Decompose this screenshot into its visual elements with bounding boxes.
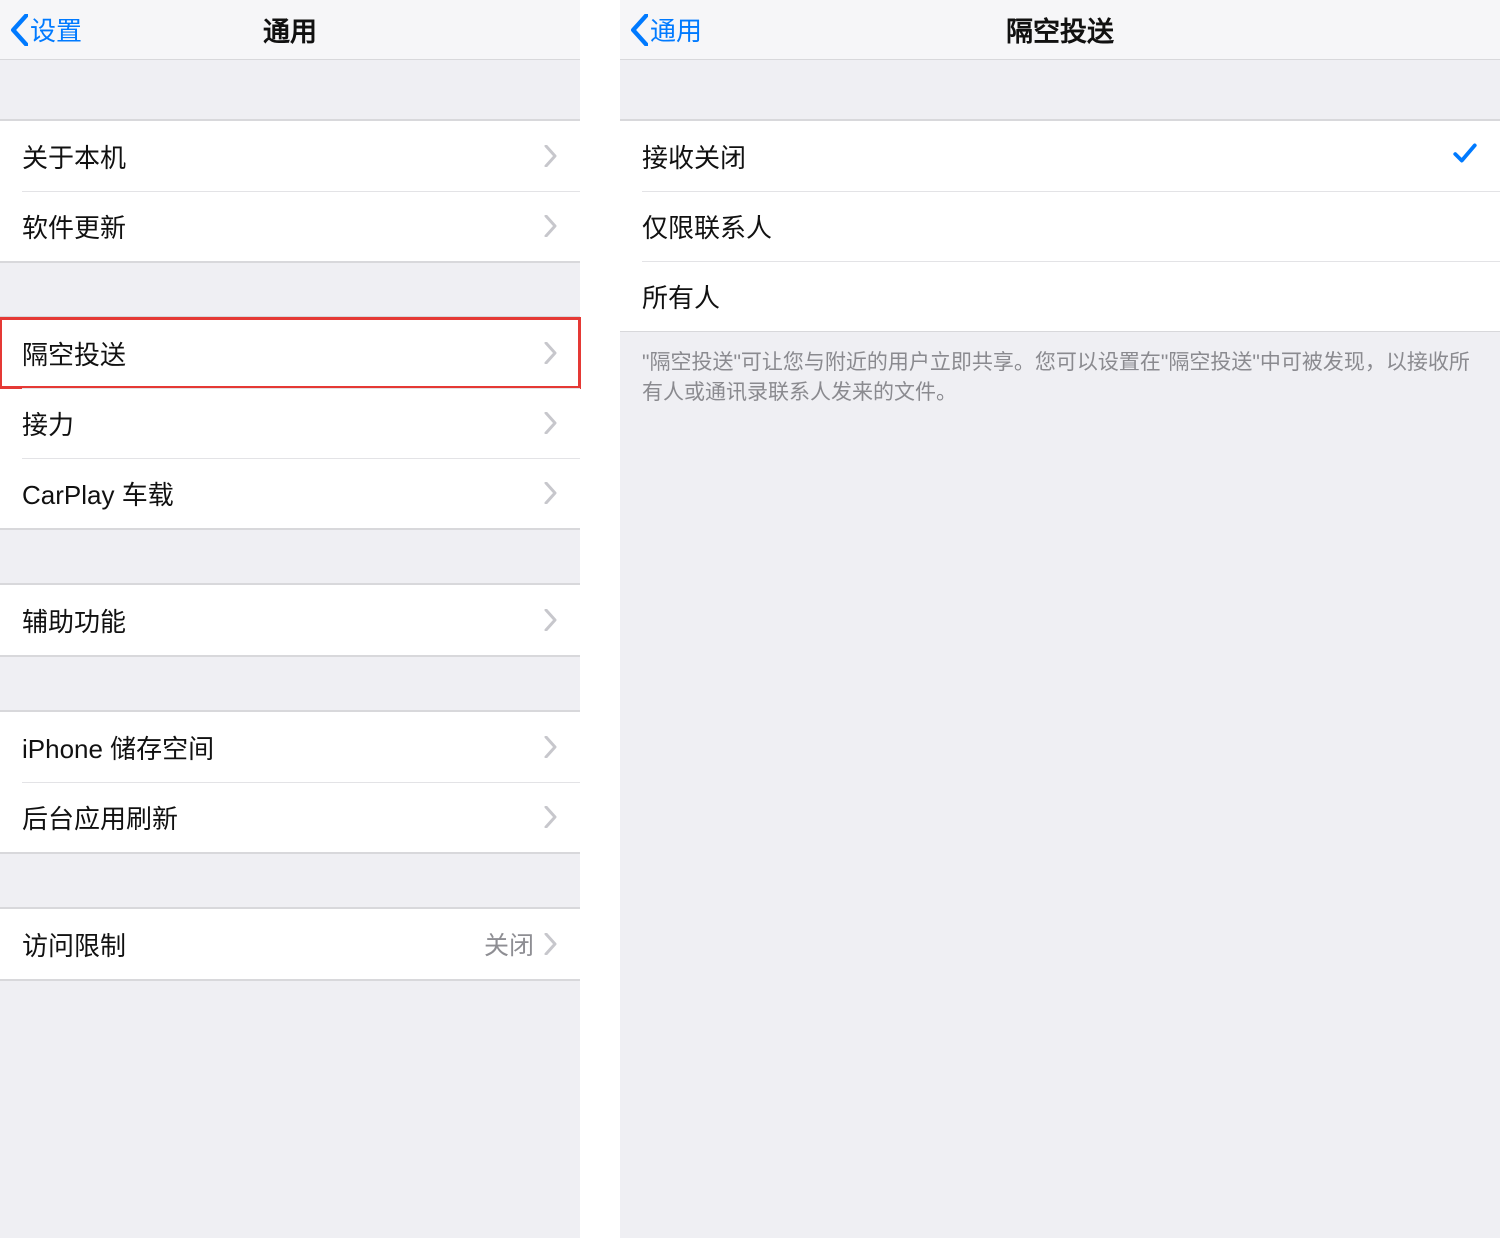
general-settings-panel: 设置 通用 关于本机 软件更新 隔空投送 接力 CarPlay 车载 (0, 0, 580, 1238)
row-label: 关于本机 (22, 138, 544, 175)
settings-group: 辅助功能 (0, 584, 580, 656)
row-label: iPhone 储存空间 (22, 729, 544, 766)
airdrop-settings-panel: 通用 隔空投送 接收关闭 仅限联系人 所有人 "隔空投送"可让您与附近的用户立即… (620, 0, 1500, 1238)
row-label: 后台应用刷新 (22, 799, 544, 836)
settings-group: 关于本机 软件更新 (0, 120, 580, 262)
section-spacer (0, 980, 580, 1238)
option-label: 所有人 (642, 278, 1478, 315)
row-label: 软件更新 (22, 208, 544, 245)
back-button[interactable]: 设置 (0, 11, 82, 48)
chevron-right-icon (544, 806, 558, 828)
row-iphone-storage[interactable]: iPhone 储存空间 (0, 712, 580, 782)
nav-header: 通用 隔空投送 (620, 0, 1500, 60)
page-title: 隔空投送 (620, 10, 1500, 49)
row-label: 隔空投送 (22, 335, 544, 372)
row-airdrop[interactable]: 隔空投送 (0, 318, 580, 388)
chevron-right-icon (544, 609, 558, 631)
settings-group: 访问限制 关闭 (0, 908, 580, 980)
panel-gap (580, 0, 620, 1238)
row-handoff[interactable]: 接力 (0, 388, 580, 458)
chevron-right-icon (544, 145, 558, 167)
section-spacer (620, 60, 1500, 120)
back-button[interactable]: 通用 (620, 11, 702, 48)
row-carplay[interactable]: CarPlay 车载 (0, 458, 580, 528)
back-label: 通用 (650, 11, 702, 48)
option-receiving-off[interactable]: 接收关闭 (620, 121, 1500, 191)
chevron-left-icon (10, 14, 28, 46)
section-spacer (0, 60, 580, 120)
empty-fill (620, 425, 1500, 1238)
settings-group: iPhone 储存空间 后台应用刷新 (0, 711, 580, 853)
section-spacer (0, 529, 580, 584)
section-spacer (0, 262, 580, 317)
row-accessibility[interactable]: 辅助功能 (0, 585, 580, 655)
chevron-right-icon (544, 412, 558, 434)
checkmark-icon (1452, 140, 1478, 173)
row-label: CarPlay 车载 (22, 475, 544, 512)
nav-header: 设置 通用 (0, 0, 580, 60)
row-restrictions[interactable]: 访问限制 关闭 (0, 909, 580, 979)
section-spacer (0, 853, 580, 908)
option-contacts-only[interactable]: 仅限联系人 (620, 191, 1500, 261)
row-value: 关闭 (484, 926, 534, 962)
option-label: 接收关闭 (642, 138, 1452, 175)
option-label: 仅限联系人 (642, 208, 1478, 245)
options-group: 接收关闭 仅限联系人 所有人 (620, 120, 1500, 332)
chevron-right-icon (544, 933, 558, 955)
row-about[interactable]: 关于本机 (0, 121, 580, 191)
page-title: 通用 (0, 10, 580, 49)
chevron-right-icon (544, 342, 558, 364)
settings-group: 隔空投送 接力 CarPlay 车载 (0, 317, 580, 529)
row-label: 接力 (22, 405, 544, 442)
chevron-left-icon (630, 14, 648, 46)
chevron-right-icon (544, 482, 558, 504)
chevron-right-icon (544, 215, 558, 237)
option-everyone[interactable]: 所有人 (620, 261, 1500, 331)
chevron-right-icon (544, 736, 558, 758)
footer-description: "隔空投送"可让您与附近的用户立即共享。您可以设置在"隔空投送"中可被发现，以接… (620, 332, 1500, 425)
back-label: 设置 (30, 11, 82, 48)
row-label: 访问限制 (22, 926, 484, 963)
row-label: 辅助功能 (22, 602, 544, 639)
section-spacer (0, 656, 580, 711)
row-background-refresh[interactable]: 后台应用刷新 (0, 782, 580, 852)
row-software-update[interactable]: 软件更新 (0, 191, 580, 261)
